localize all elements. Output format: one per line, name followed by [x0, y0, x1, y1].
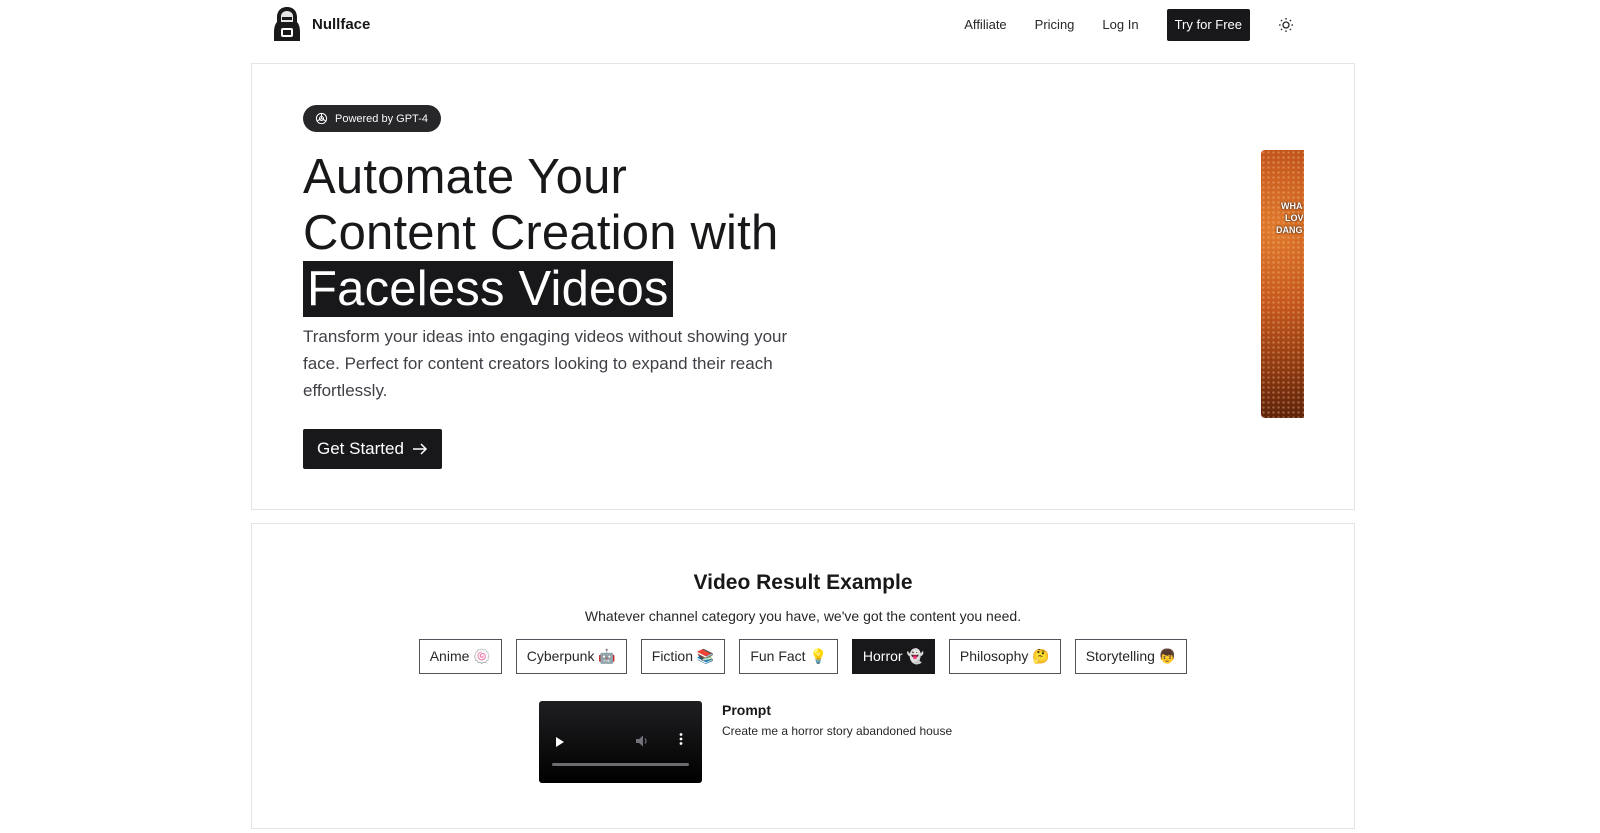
caption-line-2: LOV	[1285, 213, 1304, 223]
progress-track[interactable]	[552, 763, 689, 766]
try-for-free-button[interactable]: Try for Free	[1166, 9, 1250, 41]
headline-line-1: Automate Your	[303, 150, 628, 204]
category-philosophy[interactable]: Philosophy 🤔	[948, 639, 1061, 674]
hero-video-preview[interactable]: WHA LOV DANG	[1261, 150, 1304, 418]
hooded-figure-icon	[274, 7, 300, 41]
caption-line-3: DANG	[1276, 225, 1303, 235]
video-caption: WHA LOV DANG	[1276, 200, 1304, 236]
openai-logo-icon	[315, 112, 328, 125]
nav-link-affiliate[interactable]: Affiliate	[964, 9, 1006, 41]
get-started-button[interactable]: Get Started	[303, 429, 442, 469]
nav-link-login[interactable]: Log In	[1102, 9, 1138, 41]
video-player[interactable]	[539, 701, 702, 783]
brand-name: Nullface	[312, 15, 371, 33]
arrow-right-icon	[412, 443, 427, 455]
category-tabs: Anime 🍥 Cyberpunk 🤖 Fiction 📚 Fun Fact 💡…	[252, 639, 1354, 674]
category-fiction[interactable]: Fiction 📚	[640, 639, 726, 674]
hero-headline: Automate Your Content Creation with Face…	[303, 149, 778, 317]
nav-links: Affiliate Pricing Log In Try for Free	[964, 9, 1296, 41]
category-horror[interactable]: Horror 👻	[851, 639, 935, 674]
video-example-card: Video Result Example Whatever channel ca…	[251, 523, 1355, 829]
theme-toggle-button[interactable]	[1276, 15, 1296, 35]
headline-line-2: Content Creation with	[303, 206, 779, 260]
example-subtitle: Whatever channel category you have, we'v…	[584, 608, 1022, 624]
prompt-text: Create me a horror story abandoned house	[722, 724, 953, 738]
prompt-label: Prompt	[722, 702, 771, 718]
more-vertical-icon[interactable]	[679, 732, 683, 748]
volume-icon[interactable]	[635, 734, 649, 751]
nav-link-pricing[interactable]: Pricing	[1035, 9, 1075, 41]
example-title: Video Result Example	[693, 571, 913, 594]
get-started-label: Get Started	[317, 439, 404, 458]
badge-text: Powered by GPT-4	[335, 112, 428, 125]
sun-icon	[1279, 18, 1293, 32]
powered-by-badge: Powered by GPT-4	[303, 105, 441, 132]
category-cyberpunk[interactable]: Cyberpunk 🤖	[515, 639, 627, 674]
hero-card: Powered by GPT-4 Automate Your Content C…	[251, 63, 1355, 510]
video-texture	[1261, 150, 1304, 418]
play-icon[interactable]	[556, 737, 564, 747]
top-nav: Nullface Affiliate Pricing Log In Try fo…	[0, 0, 1600, 50]
caption-line-1: WHA	[1281, 201, 1303, 211]
hero-subtext: Transform your ideas into engaging video…	[303, 327, 788, 400]
brand[interactable]: Nullface	[272, 6, 370, 42]
category-storytelling[interactable]: Storytelling 👦	[1074, 639, 1188, 674]
headline-highlight: Faceless Videos	[303, 261, 673, 317]
category-fun-fact[interactable]: Fun Fact 💡	[739, 639, 838, 674]
category-anime[interactable]: Anime 🍥	[418, 639, 502, 674]
